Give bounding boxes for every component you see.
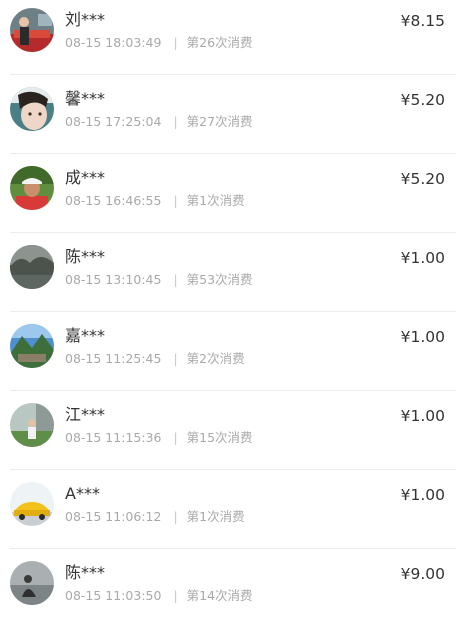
amount: ¥9.00 — [400, 565, 445, 583]
record-time: 08-15 11:15:36 — [65, 430, 162, 445]
customer-name: 成*** — [65, 168, 106, 187]
record-meta: 08-15 11:25:45 | 第2次消费 — [65, 350, 245, 368]
record-time: 08-15 11:06:12 — [65, 509, 162, 524]
record-time: 08-15 11:25:45 — [65, 351, 162, 366]
consume-count: 第27次消费 — [186, 114, 253, 129]
list-item[interactable]: 陈*** 08-15 13:10:45 | 第53次消费 ¥1.00 — [10, 233, 456, 312]
list-item[interactable]: 成*** 08-15 16:46:55 | 第1次消费 ¥5.20 — [10, 154, 456, 233]
avatar — [10, 482, 54, 526]
consume-count: 第14次消费 — [186, 588, 253, 603]
customer-name: 嘉*** — [65, 326, 106, 345]
customer-name: 江*** — [65, 405, 106, 424]
amount: ¥8.15 — [400, 12, 445, 30]
amount: ¥1.00 — [400, 249, 445, 267]
avatar — [10, 245, 54, 289]
record-meta: 08-15 17:25:04 | 第27次消费 — [65, 113, 253, 131]
avatar — [10, 324, 54, 368]
list-item[interactable]: 刘*** 08-15 18:03:49 | 第26次消费 ¥8.15 — [10, 0, 456, 75]
amount: ¥1.00 — [400, 486, 445, 504]
record-time: 08-15 13:10:45 — [65, 272, 162, 287]
consume-count: 第1次消费 — [186, 193, 245, 208]
customer-name: 刘*** — [65, 10, 106, 29]
record-meta: 08-15 11:06:12 | 第1次消费 — [65, 508, 245, 526]
list-item[interactable]: 嘉*** 08-15 11:25:45 | 第2次消费 ¥1.00 — [10, 312, 456, 391]
consume-count: 第1次消费 — [186, 509, 245, 524]
list-item[interactable]: 馨*** 08-15 17:25:04 | 第27次消费 ¥5.20 — [10, 75, 456, 154]
record-time: 08-15 11:03:50 — [65, 588, 162, 603]
consume-count: 第15次消费 — [186, 430, 253, 445]
record-meta: 08-15 16:46:55 | 第1次消费 — [65, 192, 245, 210]
avatar — [10, 87, 54, 131]
amount: ¥1.00 — [400, 328, 445, 346]
list-item[interactable]: 江*** 08-15 11:15:36 | 第15次消费 ¥1.00 — [10, 391, 456, 470]
customer-name: A*** — [65, 484, 100, 503]
meta-separator: | — [173, 114, 178, 129]
record-meta: 08-15 11:15:36 | 第15次消费 — [65, 429, 253, 447]
amount: ¥1.00 — [400, 407, 445, 425]
meta-separator: | — [173, 588, 178, 603]
meta-separator: | — [173, 351, 178, 366]
consume-count: 第26次消费 — [186, 35, 253, 50]
meta-separator: | — [173, 430, 178, 445]
record-meta: 08-15 18:03:49 | 第26次消费 — [65, 34, 253, 52]
avatar — [10, 8, 54, 52]
list-item[interactable]: 陈*** 08-15 11:03:50 | 第14次消费 ¥9.00 — [10, 549, 456, 628]
record-meta: 08-15 13:10:45 | 第53次消费 — [65, 271, 253, 289]
meta-separator: | — [173, 509, 178, 524]
consume-count: 第2次消费 — [186, 351, 245, 366]
amount: ¥5.20 — [400, 91, 445, 109]
meta-separator: | — [173, 193, 178, 208]
avatar — [10, 403, 54, 447]
record-time: 08-15 18:03:49 — [65, 35, 162, 50]
amount: ¥5.20 — [400, 170, 445, 188]
list-item[interactable]: A*** 08-15 11:06:12 | 第1次消费 ¥1.00 — [10, 470, 456, 549]
customer-name: 馨*** — [65, 89, 106, 108]
record-meta: 08-15 11:03:50 | 第14次消费 — [65, 587, 253, 605]
customer-name: 陈*** — [65, 563, 106, 582]
customer-name: 陈*** — [65, 247, 106, 266]
record-time: 08-15 17:25:04 — [65, 114, 162, 129]
meta-separator: | — [173, 35, 178, 50]
consume-count: 第53次消费 — [186, 272, 253, 287]
record-time: 08-15 16:46:55 — [65, 193, 162, 208]
avatar — [10, 561, 54, 605]
avatar — [10, 166, 54, 210]
meta-separator: | — [173, 272, 178, 287]
